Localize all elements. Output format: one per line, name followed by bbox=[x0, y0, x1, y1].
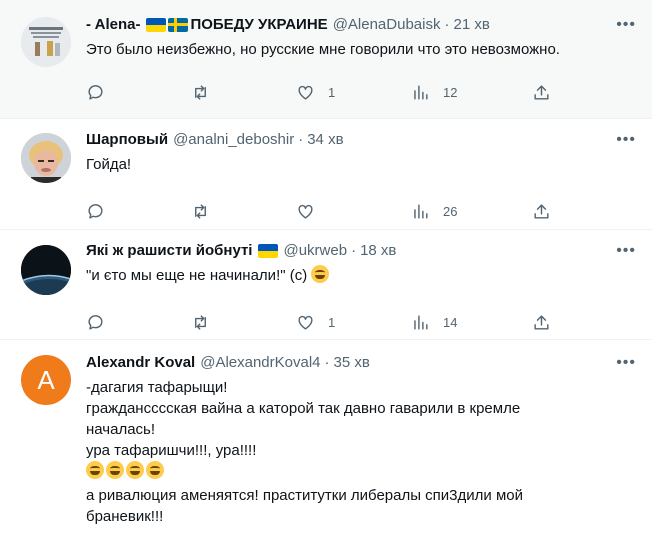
tweet[interactable]: - Alena- ПОБЕДУ УКРАИНЕ @AlenaDubaisk · … bbox=[0, 0, 652, 119]
retweet-button[interactable] bbox=[191, 83, 210, 102]
like-button[interactable]: 1 bbox=[296, 83, 335, 102]
author-name[interactable]: Alexandr Koval bbox=[86, 353, 195, 373]
author-handle[interactable]: @AlexandrKoval4 bbox=[200, 353, 320, 373]
like-button[interactable] bbox=[296, 202, 315, 221]
author-handle[interactable]: @AlenaDubaisk bbox=[333, 15, 441, 35]
like-icon bbox=[298, 315, 313, 330]
tweet-text-content: "и єто мы еще не начинали!" (с) bbox=[86, 267, 308, 284]
share-button[interactable] bbox=[532, 83, 551, 102]
avatar-image bbox=[21, 245, 71, 295]
tweet-text: Гойда! bbox=[86, 156, 132, 173]
like-icon bbox=[298, 85, 313, 100]
timestamp[interactable]: 18 хв bbox=[360, 241, 396, 261]
share-button[interactable] bbox=[532, 313, 551, 332]
views-icon bbox=[414, 203, 428, 219]
like-count: 1 bbox=[328, 314, 336, 330]
separator: · bbox=[324, 354, 330, 371]
tweet-text: -дагагия тафарыщи! граждансссская вайна … bbox=[86, 377, 652, 527]
avatar-image bbox=[21, 17, 71, 67]
like-icon bbox=[298, 204, 313, 219]
share-icon bbox=[534, 314, 549, 330]
reply-button[interactable] bbox=[86, 202, 105, 221]
timestamp[interactable]: 21 хв bbox=[453, 15, 489, 35]
retweet-button[interactable] bbox=[191, 202, 210, 221]
grinning-emoji-icon bbox=[106, 461, 124, 479]
like-count: 1 bbox=[328, 84, 336, 100]
timestamp[interactable]: 35 хв bbox=[334, 353, 370, 373]
tweet-text: "и єто мы еще не начинали!" (с) bbox=[86, 265, 652, 286]
retweet-icon bbox=[195, 84, 206, 100]
reply-button[interactable] bbox=[86, 313, 105, 332]
grinning-emoji-icon bbox=[146, 461, 164, 479]
separator: · bbox=[351, 242, 357, 259]
grinning-emoji-icon bbox=[311, 265, 330, 283]
tweet-text-part2: а ривалюция аменяятся! праститутки либер… bbox=[86, 487, 523, 525]
view-count: 14 bbox=[443, 314, 458, 330]
view-count: 26 bbox=[443, 203, 458, 219]
more-icon[interactable]: ••• bbox=[616, 241, 636, 261]
author-name[interactable]: - Alena- bbox=[86, 15, 140, 35]
emoji-row bbox=[86, 461, 164, 479]
avatar[interactable]: A bbox=[21, 355, 71, 405]
grinning-emoji-icon bbox=[86, 461, 104, 479]
like-button[interactable]: 1 bbox=[296, 313, 335, 332]
views-button[interactable]: 26 bbox=[411, 202, 457, 221]
sweden-flag-icon bbox=[168, 18, 189, 32]
more-icon[interactable]: ••• bbox=[616, 15, 636, 35]
tweet[interactable]: Шарповый @analni_deboshir · 34 хв ••• Го… bbox=[0, 119, 652, 230]
author-name[interactable]: Шарповый bbox=[86, 130, 168, 150]
more-icon[interactable]: ••• bbox=[616, 353, 636, 373]
ukraine-flag-icon bbox=[146, 18, 167, 32]
author-handle[interactable]: @ukrweb bbox=[283, 241, 347, 261]
avatar[interactable] bbox=[21, 133, 71, 183]
separator: · bbox=[444, 16, 450, 33]
share-button[interactable] bbox=[532, 202, 551, 221]
reply-button[interactable] bbox=[86, 83, 105, 102]
tweet[interactable]: A Alexandr Koval @AlexandrKoval4 · 35 хв… bbox=[0, 340, 652, 540]
tweet-text-part1: -дагагия тафарыщи! граждансссская вайна … bbox=[86, 379, 521, 459]
tweet-feed: - Alena- ПОБЕДУ УКРАИНЕ @AlenaDubaisk · … bbox=[0, 0, 652, 540]
timestamp[interactable]: 34 хв bbox=[307, 130, 343, 150]
author-name[interactable]: Які ж рашисти йобнуті bbox=[86, 241, 252, 261]
ukraine-flag-icon bbox=[258, 244, 279, 258]
grinning-emoji-icon bbox=[126, 461, 144, 479]
retweet-icon bbox=[195, 314, 206, 330]
author-name-suffix[interactable]: ПОБЕДУ УКРАИНЕ bbox=[190, 15, 327, 35]
reply-icon bbox=[88, 203, 103, 219]
retweet-icon bbox=[195, 203, 206, 219]
views-button[interactable]: 14 bbox=[411, 313, 457, 332]
share-icon bbox=[534, 84, 549, 100]
avatar[interactable] bbox=[21, 17, 71, 67]
share-icon bbox=[534, 203, 549, 219]
views-button[interactable]: 12 bbox=[411, 83, 457, 102]
tweet-text: Это было неизбежно, но русские мне говор… bbox=[86, 41, 560, 58]
separator: · bbox=[298, 131, 304, 148]
avatar-image bbox=[21, 133, 71, 183]
views-icon bbox=[414, 314, 428, 330]
avatar[interactable] bbox=[21, 245, 71, 295]
avatar-letter: A bbox=[37, 364, 55, 395]
author-handle[interactable]: @analni_deboshir bbox=[173, 130, 294, 150]
retweet-button[interactable] bbox=[191, 313, 210, 332]
view-count: 12 bbox=[443, 84, 458, 100]
views-icon bbox=[414, 84, 428, 100]
tweet[interactable]: Які ж рашисти йобнуті @ukrweb · 18 хв ••… bbox=[0, 230, 652, 340]
reply-icon bbox=[88, 84, 103, 100]
more-icon[interactable]: ••• bbox=[616, 130, 636, 150]
reply-icon bbox=[88, 314, 103, 330]
